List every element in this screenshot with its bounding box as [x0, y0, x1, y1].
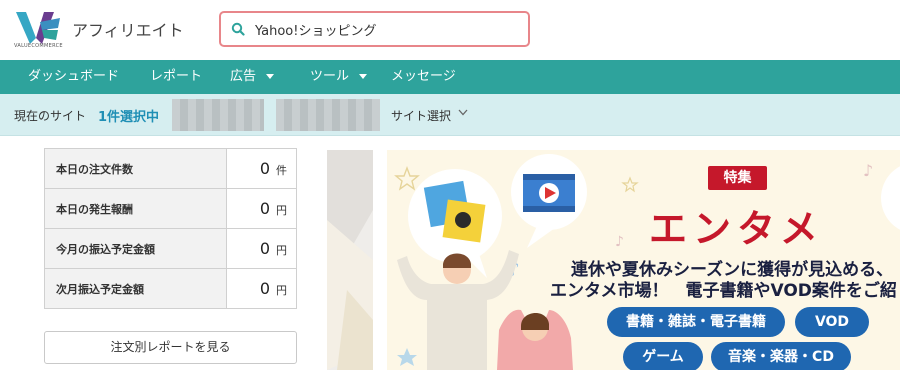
stat-value: 0: [259, 239, 270, 258]
svg-text:♪: ♪: [615, 234, 624, 250]
nav-messages[interactable]: メッセージ: [391, 60, 456, 94]
side-banner-art: [327, 150, 373, 370]
stat-value-cell: 0円: [226, 268, 297, 309]
site-select-dropdown[interactable]: サイト選択: [391, 107, 451, 124]
nav-ads[interactable]: 広告: [230, 60, 275, 94]
table-row: 今月の振込予定金額 0円: [44, 228, 297, 269]
stats-table: 本日の注文件数 0件 本日の発生報酬 0円 今月の振込予定金額 0円 次月振込予…: [44, 148, 297, 309]
redacted-site-name: [172, 99, 264, 131]
stat-label: 本日の注文件数: [44, 148, 227, 189]
stat-label: 次月振込予定金額: [44, 268, 227, 309]
stat-value-cell: 0件: [226, 148, 297, 189]
category-books-button[interactable]: 書籍・雑誌・電子書籍: [607, 307, 785, 337]
search-box[interactable]: [219, 11, 530, 47]
category-game-button[interactable]: ゲーム: [623, 342, 703, 370]
stat-unit: 件: [276, 164, 287, 177]
chevron-down-icon[interactable]: [458, 109, 468, 116]
header: VALUECOMMERCE アフィリエイト: [0, 0, 900, 60]
nav-dashboard[interactable]: ダッシュボード: [28, 60, 119, 94]
nav-messages-label: メッセージ: [391, 69, 456, 84]
chevron-down-icon: [266, 74, 275, 79]
redacted-site-id: [276, 99, 380, 131]
stat-label: 本日の発生報酬: [44, 188, 227, 229]
table-row: 次月振込予定金額 0円: [44, 268, 297, 309]
entame-banner[interactable]: ♪ ♪ ♪ 特集 エンタメ 連休や夏休みシーズンに獲得が見込める、 エンタメ市場…: [387, 150, 900, 370]
stat-value-cell: 0円: [226, 188, 297, 229]
stat-unit: 円: [276, 284, 287, 297]
app-name: アフィリエイト: [72, 21, 184, 40]
category-vod-button[interactable]: VOD: [795, 307, 869, 337]
svg-text:♪: ♪: [863, 161, 873, 180]
nav-tools-label: ツール: [310, 69, 350, 84]
stat-unit: 円: [276, 204, 287, 217]
banner-title: エンタメ: [649, 207, 824, 251]
current-site-label: 現在のサイト: [14, 109, 87, 123]
search-icon: [231, 22, 245, 36]
site-bar: 現在のサイト 1件選択中 サイト選択: [0, 94, 900, 136]
stat-value: 0: [259, 159, 270, 178]
nav-report[interactable]: レポート: [150, 60, 202, 94]
chevron-down-icon: [359, 74, 368, 79]
stat-value-cell: 0円: [226, 228, 297, 269]
nav-tools[interactable]: ツール: [310, 60, 368, 94]
main-nav: ダッシュボード レポート 広告 ツール メッセージ: [0, 60, 900, 94]
stat-label: 今月の振込予定金額: [44, 228, 227, 269]
stat-unit: 円: [276, 244, 287, 257]
selection-count[interactable]: 1件選択中: [98, 106, 159, 125]
feature-badge: 特集: [708, 166, 767, 190]
table-row: 本日の注文件数 0件: [44, 148, 297, 189]
side-banner[interactable]: [327, 150, 373, 370]
stat-value: 0: [259, 279, 270, 298]
stat-value: 0: [259, 199, 270, 218]
table-row: 本日の発生報酬 0円: [44, 188, 297, 229]
logo-text: VALUECOMMERCE: [14, 43, 63, 49]
banner-text-line2: エンタメ市場！ 電子書籍やVOD案件をご紹: [550, 281, 897, 301]
nav-ads-label: 広告: [230, 69, 257, 84]
nav-dashboard-label: ダッシュボード: [28, 69, 120, 84]
category-music-button[interactable]: 音楽・楽器・CD: [711, 342, 851, 370]
order-report-button[interactable]: 注文別レポートを見る: [44, 331, 297, 364]
nav-report-label: レポート: [150, 69, 203, 84]
search-input[interactable]: [255, 19, 515, 39]
